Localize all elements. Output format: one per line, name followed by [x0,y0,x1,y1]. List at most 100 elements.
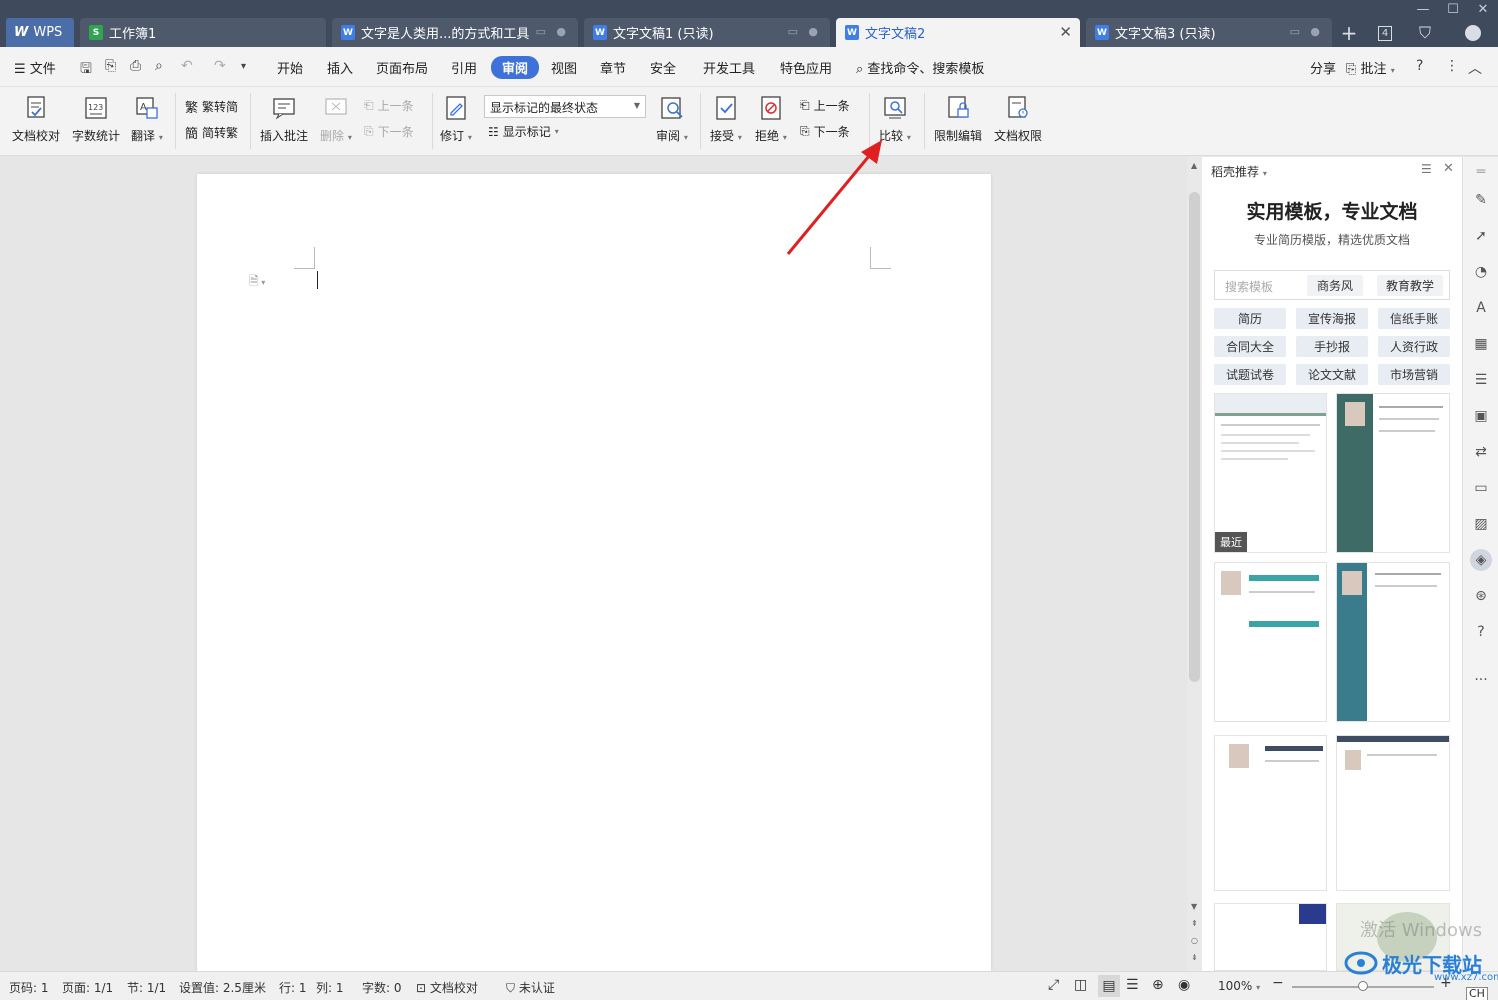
prev-change-button[interactable]: ⎗ 上一条 [800,97,850,114]
close-window-icon[interactable]: ✕ [1468,0,1498,18]
accept-button[interactable]: 接受 ▾ [710,95,742,144]
zoom-slider-handle[interactable] [1358,981,1368,991]
template-thumbnail[interactable] [1214,735,1327,891]
category-chip[interactable]: 市场营销 [1378,364,1450,385]
print-icon[interactable]: ⎙ [130,58,141,74]
print-preview-icon[interactable]: ⌕ [155,58,163,74]
template-thumbnail[interactable] [1336,562,1450,722]
menu-security[interactable]: 安全 [650,58,676,77]
plus-icon[interactable]: + [1336,20,1362,46]
page-view-icon[interactable]: ▤ [1098,975,1120,997]
user-avatar-icon[interactable] [1460,20,1486,46]
share-button[interactable]: 分享 [1310,58,1336,77]
scroll-up-icon[interactable]: ▲ [1191,161,1197,170]
help-icon[interactable]: ? [1416,58,1423,74]
show-markup-button[interactable]: ☷ 显示标记 ▾ [488,123,559,140]
category-chip[interactable]: 手抄报 [1296,336,1368,357]
search-tag[interactable]: 教育教学 [1377,275,1443,296]
format-painter-icon[interactable]: ⎘ [105,58,116,74]
translate-sidebar-icon[interactable]: ⇄ [1472,443,1490,461]
page-count[interactable]: 页面: 1/1 [62,979,113,996]
minimize-icon[interactable]: — [1408,0,1438,18]
menu-page-layout[interactable]: 页面布局 [376,58,428,77]
search-tag[interactable]: 商务风 [1307,275,1363,296]
collapse-ribbon-icon[interactable]: ︿ [1468,58,1482,78]
archive-box-icon[interactable]: ▭ [1472,479,1490,497]
tab-document3-readonly[interactable]: W 文字文稿3 (只读) ▭ ● [1086,18,1332,47]
paragraph-menu-icon[interactable]: 🗎 ▾ [249,272,265,293]
more-vertical-icon[interactable]: ⋮ [1445,58,1459,74]
input-method-indicator[interactable]: CH [1466,987,1488,1000]
template-thumbnail[interactable] [1214,903,1327,971]
drag-handle-icon[interactable]: ═ [1472,163,1490,181]
dot-icon[interactable]: ● [556,25,566,38]
page-code[interactable]: 页码: 1 [9,979,49,996]
zoom-out-icon[interactable]: − [1272,975,1284,991]
monitor-icon[interactable]: ▭ [788,25,798,38]
doc-permission-button[interactable]: 文档权限 [994,95,1042,144]
menu-developer[interactable]: 开发工具 [703,58,755,77]
undo-icon[interactable]: ↶ [181,58,193,74]
template-search-box[interactable]: 搜索模板 商务风 教育教学 [1214,270,1450,300]
word-count-button[interactable]: 123 字数统计 [72,95,120,144]
customize-chevron-icon[interactable]: ▾ [241,61,246,72]
column-indicator[interactable]: 列: 1 [316,979,344,996]
pen-icon[interactable]: ✎ [1472,191,1490,209]
vertical-scrollbar[interactable]: ▲ ▼ ⇞ ○ ⇟ [1187,157,1202,971]
prev-comment-button[interactable]: ⎗ 上一条 [364,97,414,114]
monitor-icon[interactable]: ▭ [536,25,546,38]
save-icon[interactable]: 🖫 [80,58,92,82]
template-thumbnail[interactable] [1336,735,1450,891]
row-indicator[interactable]: 行: 1 [279,979,307,996]
template-thumbnail[interactable]: 最近 [1214,393,1327,553]
menu-review[interactable]: 审阅 [491,56,540,79]
category-chip[interactable]: 宣传海报 [1296,308,1368,329]
adjust-sliders-icon[interactable]: ☰ [1472,371,1490,389]
translate-button[interactable]: A 翻译 ▾ [131,95,163,144]
simp-to-trad-button[interactable]: 簡 简转繁 [185,123,238,142]
scroll-down-icon[interactable]: ▼ [1191,902,1197,911]
tab-document2[interactable]: W 文字文稿2 ✕ [836,18,1080,47]
eye-protection-icon[interactable]: ◉ [1178,977,1190,993]
search-input[interactable]: 搜索模板 [1225,278,1273,295]
web-view-icon[interactable]: ⊕ [1152,977,1164,993]
pulse-icon[interactable]: ⊛ [1472,587,1490,605]
trad-to-simp-button[interactable]: 繁 繁转简 [185,97,238,116]
zoom-slider[interactable] [1292,981,1434,991]
dot-icon[interactable]: ● [1310,25,1320,38]
table-icon[interactable]: ▦ [1472,335,1490,353]
next-comment-button[interactable]: ⎘ 下一条 [364,123,414,140]
zoom-level[interactable]: 100% ▾ [1218,979,1260,993]
template-thumbnail[interactable] [1214,562,1327,722]
cursor-select-icon[interactable]: ➚ [1472,227,1490,245]
dot-icon[interactable]: ● [808,25,818,38]
auth-status[interactable]: ⛉ 未认证 [506,979,555,996]
tab-document-text[interactable]: W 文字是人类用...的方式和工具 ▭ ● [332,18,578,47]
menu-insert[interactable]: 插入 [327,58,353,77]
next-page-icon[interactable]: ⇟ [1191,953,1198,962]
command-search[interactable]: ⌕ 查找命令、搜索模板 [856,58,984,77]
panel-menu-icon[interactable]: ☰ [1421,162,1432,176]
category-chip[interactable]: 合同大全 [1214,336,1286,357]
annotate-button[interactable]: ⎘ 批注 ▾ [1346,58,1395,77]
menu-references[interactable]: 引用 [451,58,477,77]
prev-page-icon[interactable]: ⇞ [1191,919,1198,928]
shirt-skin-icon[interactable]: ⛉ [1412,20,1438,46]
delete-comment-button[interactable]: 删除 ▾ [320,95,352,144]
menu-start[interactable]: 开始 [277,58,303,77]
read-mode-icon[interactable]: ◫ [1074,977,1087,993]
image-gallery-icon[interactable]: ▣ [1472,407,1490,425]
category-chip[interactable]: 试题试卷 [1214,364,1286,385]
tab-document1-readonly[interactable]: W 文字文稿1 (只读) ▭ ● [584,18,830,47]
menu-chapter[interactable]: 章节 [600,58,626,77]
wps-home-tab[interactable]: W WPS [6,18,74,47]
panel-header[interactable]: 稻壳推荐 ▾ [1211,163,1267,180]
maximize-icon[interactable]: ☐ [1438,0,1468,18]
section-count[interactable]: 节: 1/1 [127,979,166,996]
font-style-icon[interactable]: A [1472,299,1490,317]
document-page[interactable]: 🗎 ▾ [197,174,991,971]
picture-icon[interactable]: ▨ [1472,515,1490,533]
fullscreen-icon[interactable]: ⤢ [1048,977,1059,993]
category-chip[interactable]: 信纸手账 [1378,308,1450,329]
review-pane-button[interactable]: 审阅 ▾ [656,95,688,144]
